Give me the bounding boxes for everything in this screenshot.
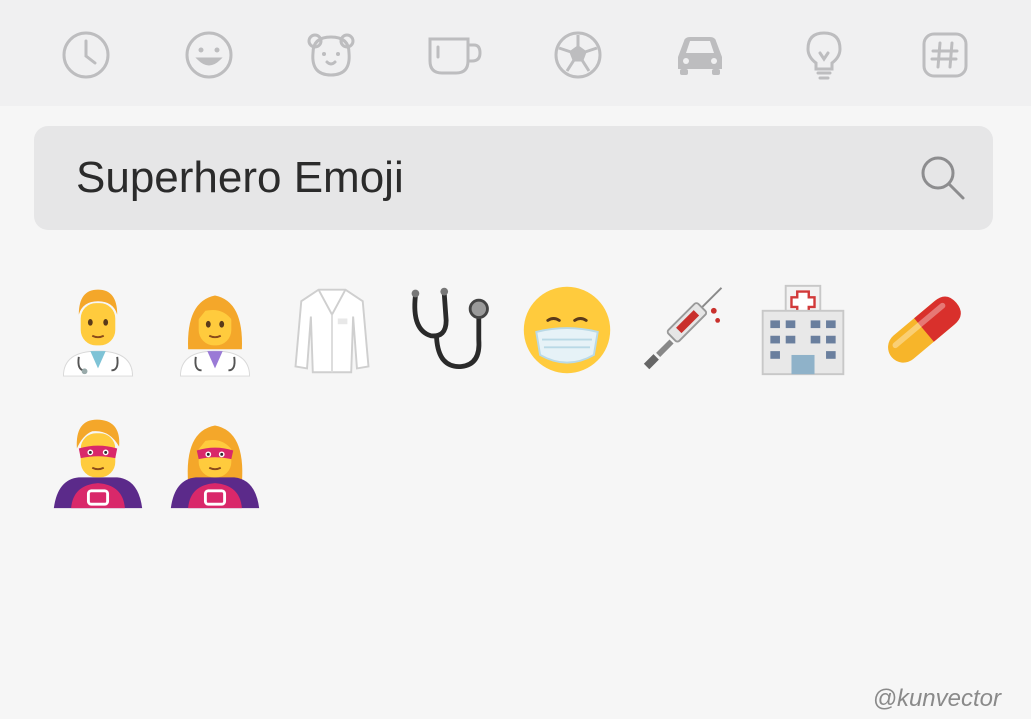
animals-icon[interactable]: [303, 27, 359, 83]
face-with-medical-mask-emoji[interactable]: [517, 280, 617, 380]
recent-icon[interactable]: [58, 27, 114, 83]
objects-icon[interactable]: [796, 27, 852, 83]
activity-icon[interactable]: [550, 27, 606, 83]
man-superhero-emoji[interactable]: [48, 412, 148, 512]
category-bar: [0, 0, 1031, 106]
pill-emoji[interactable]: [874, 280, 974, 380]
syringe-emoji[interactable]: [635, 280, 735, 380]
woman-superhero-emoji[interactable]: [165, 412, 265, 512]
man-health-worker-emoji[interactable]: [48, 280, 148, 380]
woman-health-worker-emoji[interactable]: [165, 280, 265, 380]
travel-icon[interactable]: [672, 27, 728, 83]
hospital-emoji[interactable]: [753, 280, 853, 380]
lab-coat-emoji[interactable]: [282, 280, 382, 380]
symbols-icon[interactable]: [917, 27, 973, 83]
search-icon[interactable]: [917, 152, 969, 204]
smileys-icon[interactable]: [181, 27, 237, 83]
search-field[interactable]: Superhero Emoji: [34, 126, 993, 230]
search-input[interactable]: Superhero Emoji: [76, 151, 404, 205]
stethoscope-emoji[interactable]: [400, 280, 500, 380]
food-icon[interactable]: [426, 27, 482, 83]
credit-watermark: @kunvector: [872, 685, 1001, 712]
